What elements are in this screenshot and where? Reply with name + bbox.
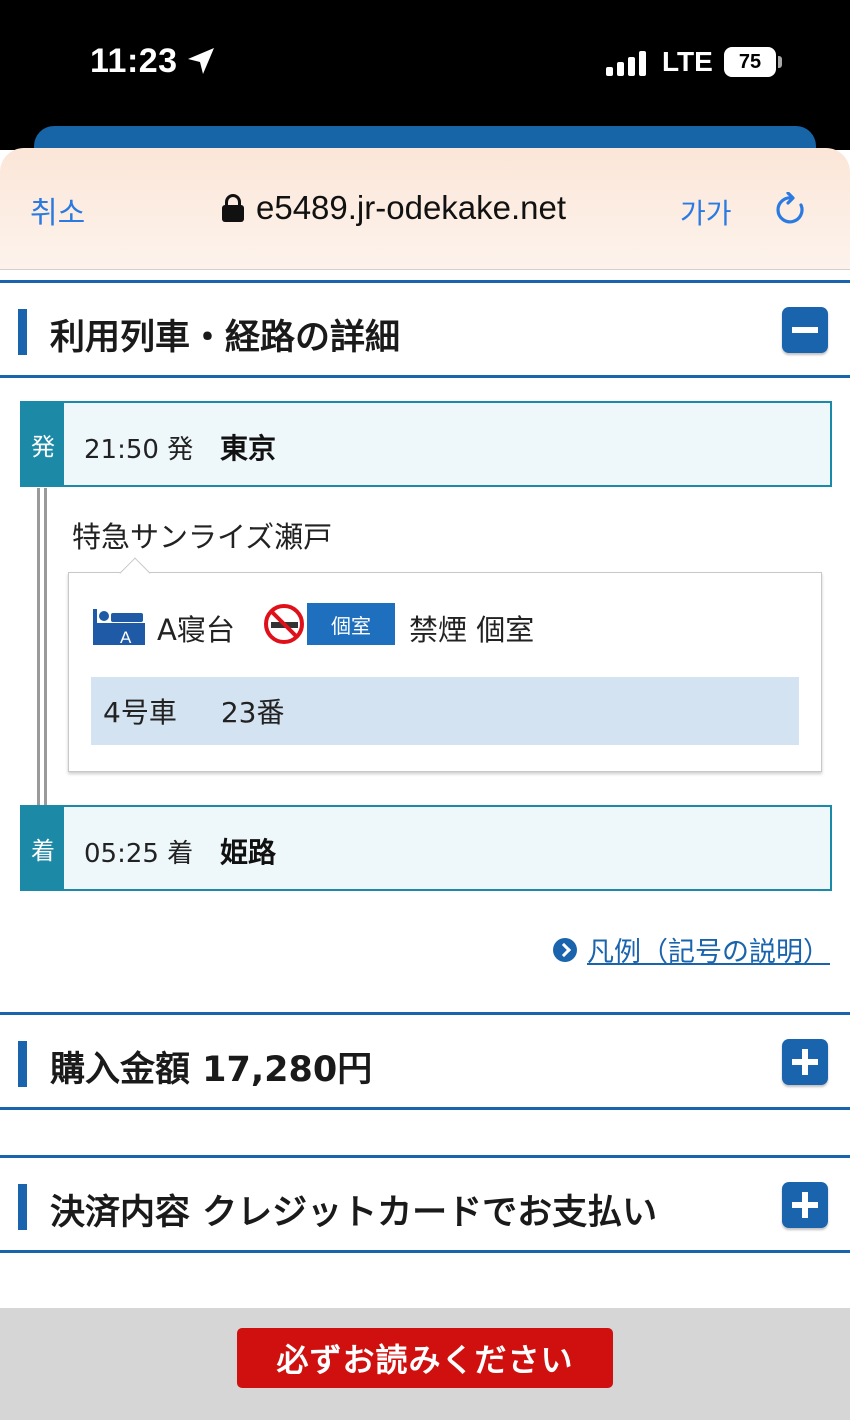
chevron-right-circle-icon <box>553 937 577 962</box>
signal-icon <box>606 50 648 76</box>
legend-link[interactable]: 凡例（記号の説明） <box>553 930 830 969</box>
plus-icon-vertical <box>802 1192 808 1218</box>
arrival-time: 05:25 着 <box>84 839 194 869</box>
payment-section-title: 決済内容 クレジットカードでお支払い <box>50 1193 658 1233</box>
car-info-box: A A寝台 個室 禁煙 個室 4号車 23番 <box>68 572 822 772</box>
svg-text:A: A <box>120 628 132 645</box>
car-number: 4号車 <box>103 696 177 729</box>
car-class: A寝台 <box>157 613 235 647</box>
browser-header: 취소 e5489.jr-odekake.net 가가 <box>0 148 850 270</box>
departure-tag: 発 <box>22 403 64 485</box>
status-time: 11:23 <box>90 42 178 80</box>
departure-time: 21:50 発 <box>84 435 194 465</box>
seat-row: 4号車 23番 <box>91 677 799 745</box>
network-type: LTE <box>662 46 713 77</box>
url-text: e5489.jr-odekake.net <box>256 189 567 226</box>
address-bar[interactable]: e5489.jr-odekake.net <box>222 188 566 228</box>
section-bar <box>18 1041 27 1087</box>
arrival-row: 着 05:25 着 姫路 <box>20 805 832 891</box>
battery-icon: 75 <box>724 47 776 77</box>
plus-icon-vertical <box>802 1049 808 1075</box>
expand-button[interactable] <box>782 1039 828 1085</box>
payment-section-header[interactable]: 決済内容 クレジットカードでお支払い <box>0 1155 850 1253</box>
location-arrow-icon <box>188 48 214 74</box>
text-size-button[interactable]: 가가 <box>680 192 732 232</box>
seat-number: 23番 <box>220 696 285 729</box>
bed-a-icon: A <box>93 609 145 645</box>
battery-tip <box>778 56 782 68</box>
legend-link-text: 凡例（記号の説明） <box>587 937 830 968</box>
reload-icon[interactable] <box>774 192 810 228</box>
route-line <box>37 488 47 806</box>
read-notice-button[interactable]: 必ずお読みください <box>237 1328 613 1388</box>
lock-icon <box>222 194 244 222</box>
train-name: 特急サンライズ瀬戸 <box>72 520 333 554</box>
minus-icon <box>792 327 818 333</box>
arrival-station: 姫路 <box>220 836 277 869</box>
no-smoking-icon <box>264 604 304 644</box>
departure-station: 東京 <box>220 432 277 465</box>
expand-button[interactable] <box>782 1182 828 1228</box>
room-type: 禁煙 個室 <box>409 613 535 647</box>
route-section-header[interactable]: 利用列車・経路の詳細 <box>0 280 850 378</box>
cancel-button[interactable]: 취소 <box>30 188 85 232</box>
section-bar <box>18 309 27 355</box>
price-section-title: 購入金額 17,280円 <box>50 1050 373 1090</box>
section-bar <box>18 1184 27 1230</box>
departure-row: 発 21:50 発 東京 <box>20 401 832 487</box>
price-section-header[interactable]: 購入金額 17,280円 <box>0 1012 850 1110</box>
private-room-badge: 個室 <box>307 603 395 645</box>
route-section-title: 利用列車・経路の詳細 <box>50 318 401 358</box>
arrival-tag: 着 <box>22 807 64 889</box>
collapse-button[interactable] <box>782 307 828 353</box>
